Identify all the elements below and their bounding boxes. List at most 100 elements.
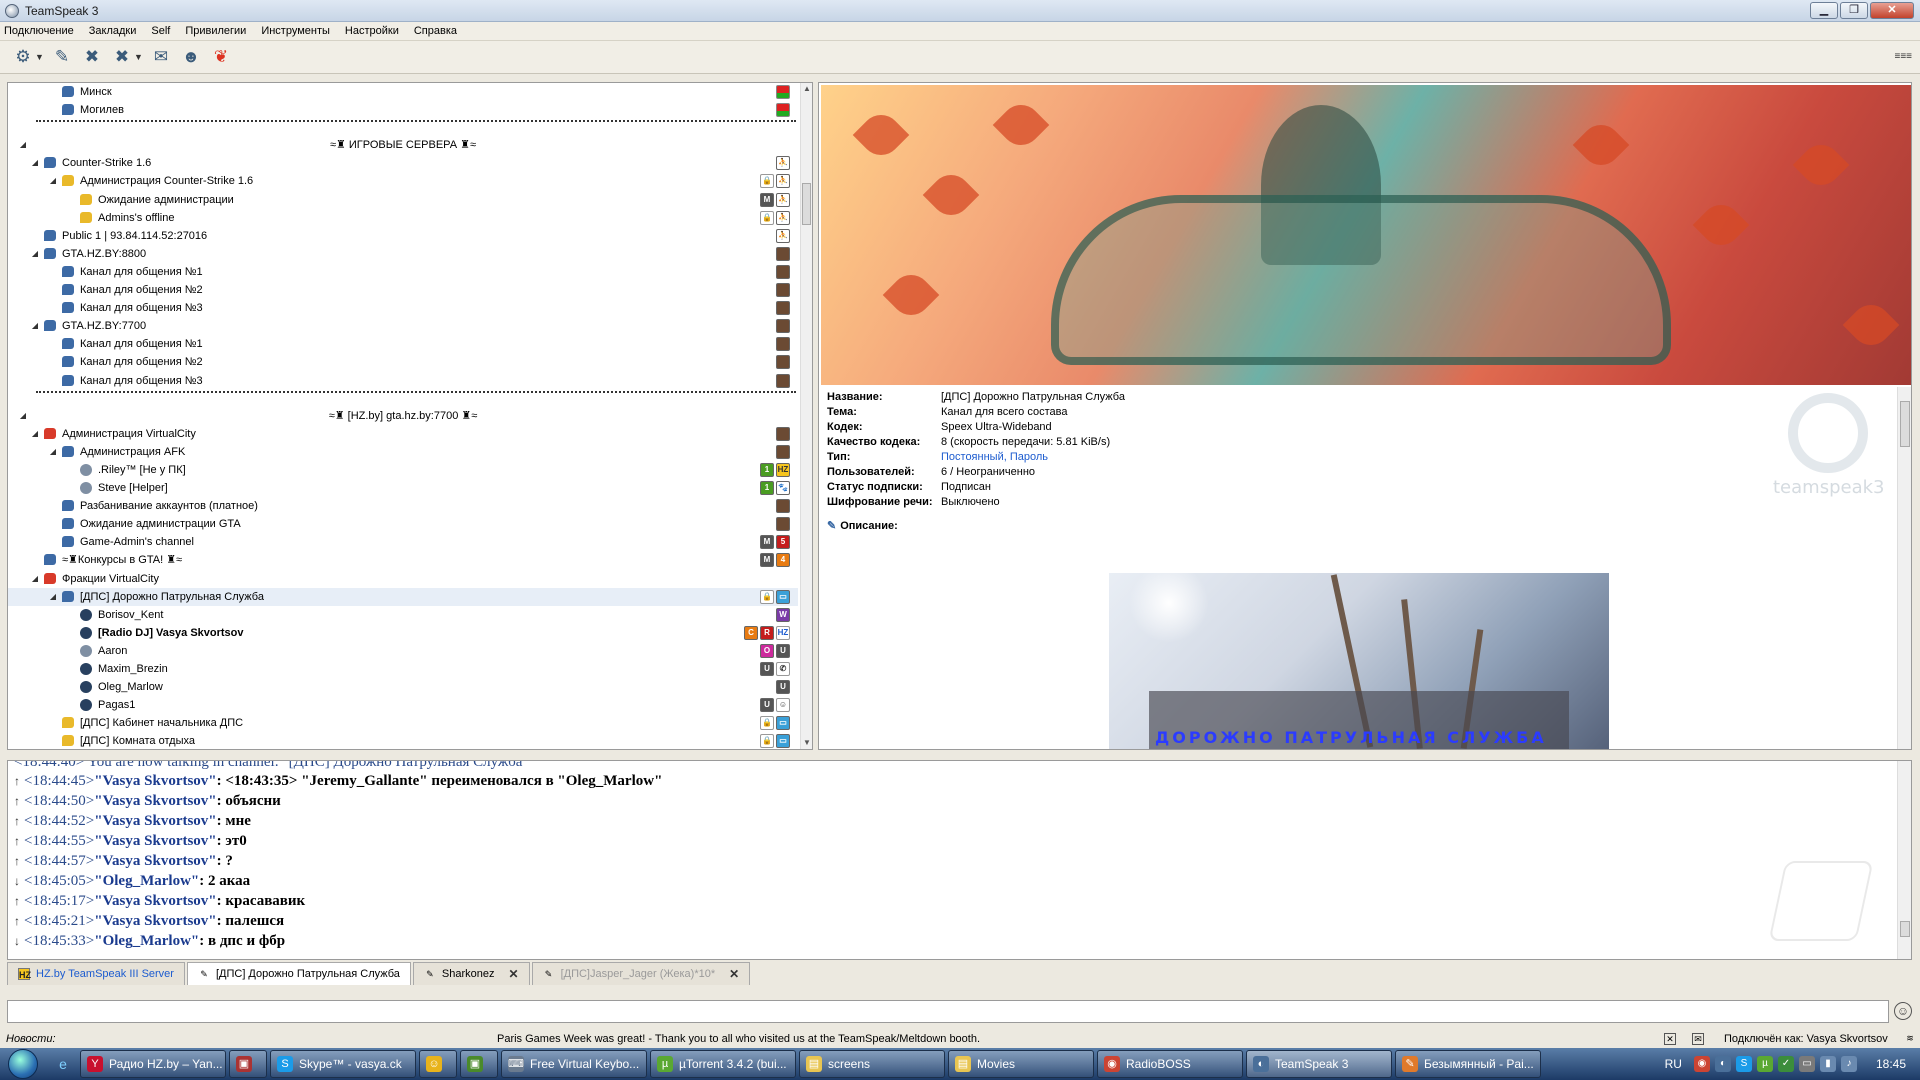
- taskbar-button[interactable]: ▤ screens: [799, 1050, 945, 1078]
- message-author[interactable]: "Vasya Skvortsov": [94, 853, 216, 869]
- channel-row[interactable]: [ДПС] Кабинет начальника ДПС 🔒 ▭: [8, 714, 798, 732]
- channel-row[interactable]: ◢ GTA.HZ.BY:8800: [8, 245, 798, 263]
- chat-input[interactable]: [7, 1000, 1889, 1023]
- taskbar-button[interactable]: ◐ TeamSpeak 3: [1246, 1050, 1392, 1078]
- client-row[interactable]: Aaron O U: [8, 642, 798, 660]
- taskbar-button[interactable]: S Skype™ - vasya.ck: [270, 1050, 416, 1078]
- taskbar-button[interactable]: ⌨ Free Virtual Keybo...: [501, 1050, 647, 1078]
- scroll-up-icon[interactable]: ▲: [802, 84, 812, 94]
- clock[interactable]: 18:45: [1876, 1057, 1906, 1071]
- channel-row[interactable]: Могилев: [8, 101, 798, 119]
- speakers-dropdown-icon[interactable]: ▼: [134, 46, 143, 68]
- taskbar-button[interactable]: ▤ Movies: [948, 1050, 1094, 1078]
- channel-tree[interactable]: Минск Могилев ◢ ≈♜ ИГРОВЫЕ СЕРВЕРА ♜≈ ◢ Count…: [7, 82, 813, 750]
- chat-tab[interactable]: ✎ [ДПС] Дорожно Патрульная Служба: [186, 962, 411, 985]
- channel-row[interactable]: Канал для общения №3: [8, 372, 798, 390]
- away-icon[interactable]: ✉: [150, 46, 172, 68]
- utorrent-tray-icon[interactable]: µ: [1756, 1056, 1773, 1072]
- ie-icon[interactable]: e: [50, 1051, 76, 1077]
- menu-connections[interactable]: Подключение: [4, 25, 74, 37]
- start-button[interactable]: [0, 1048, 46, 1080]
- scroll-thumb[interactable]: [802, 183, 811, 225]
- mute-microphone-icon[interactable]: ✖: [81, 46, 103, 68]
- expand-arrow-icon[interactable]: ◢: [30, 245, 40, 263]
- taskbar-button[interactable]: ✎ Безымянный - Pai...: [1395, 1050, 1541, 1078]
- channel-row[interactable]: Канал для общения №1: [8, 263, 798, 281]
- channel-row[interactable]: Канал для общения №1: [8, 335, 798, 353]
- scroll-down-icon[interactable]: ▼: [802, 738, 812, 748]
- menu-bookmarks[interactable]: Закладки: [89, 25, 137, 37]
- channel-row[interactable]: ◢ GTA.HZ.BY:7700: [8, 317, 798, 335]
- expand-arrow-icon[interactable]: ◢: [30, 154, 40, 172]
- channel-row[interactable]: ◢ Фракции VirtualCity: [8, 570, 798, 588]
- channel-row[interactable]: ◢ Администрация VirtualCity: [8, 425, 798, 443]
- channel-row[interactable]: Минск: [8, 83, 798, 101]
- channel-row[interactable]: ≈♜Конкурсы в GTA! ♜≈ M 4: [8, 551, 798, 569]
- chat-tab[interactable]: HZ HZ.by TeamSpeak III Server: [7, 962, 185, 985]
- news-ticker[interactable]: Paris Games Week was great! - Thank you …: [497, 1030, 980, 1048]
- client-row[interactable]: Maxim_Brezin U ✆: [8, 660, 798, 678]
- teamspeak-tray-icon[interactable]: ◐: [1714, 1056, 1731, 1072]
- channel-row[interactable]: Канал для общения №2: [8, 353, 798, 371]
- channel-row[interactable]: Канал для общения №2: [8, 281, 798, 299]
- chat-tab[interactable]: ✎ Sharkonez ✕: [412, 962, 530, 985]
- message-author[interactable]: "Vasya Skvortsov": [94, 813, 216, 829]
- channel-tree-scrollbar[interactable]: ▲ ▼: [800, 83, 812, 749]
- hotkey-icon[interactable]: ❦: [210, 46, 232, 68]
- channel-row[interactable]: Public 1 | 93.84.114.52:27016 ⛹: [8, 227, 798, 245]
- channel-row[interactable]: Ожидание администрации M ⛹: [8, 191, 798, 209]
- disconnect-icon[interactable]: ✎: [51, 46, 73, 68]
- channel-row[interactable]: ◢ [ДПС] Дорожно Патрульная Служба 🔒 ▭: [8, 587, 798, 606]
- mute-speakers-icon[interactable]: ✖: [111, 46, 133, 68]
- antivirus-tray-icon[interactable]: ✓: [1777, 1056, 1794, 1072]
- message-author[interactable]: "Vasya Skvortsov": [94, 913, 216, 929]
- close-tab-icon[interactable]: ✕: [729, 967, 739, 981]
- client-row[interactable]: Oleg_Marlow U: [8, 678, 798, 696]
- client-row[interactable]: .Riley™ [Не у ПК] 1 HZ: [8, 461, 798, 479]
- client-row[interactable]: [Radio DJ] Vasya Skvortsov C R HZ: [8, 624, 798, 642]
- display-tray-icon[interactable]: ▭: [1798, 1056, 1815, 1072]
- menu-settings[interactable]: Настройки: [345, 25, 399, 37]
- expand-arrow-icon[interactable]: ◢: [30, 570, 40, 588]
- chat-tab[interactable]: ✎ [ДПС]Jasper_Jager (Жека)*10* ✕: [531, 962, 751, 985]
- message-author[interactable]: "Oleg_Marlow": [94, 933, 199, 949]
- close-button[interactable]: ✕: [1870, 2, 1914, 19]
- channel-row[interactable]: Разбанивание аккаунтов (платное): [8, 497, 798, 515]
- taskbar-button[interactable]: ☺: [419, 1050, 457, 1078]
- menu-tools[interactable]: Инструменты: [261, 25, 330, 37]
- taskbar-button[interactable]: ▣: [460, 1050, 498, 1078]
- channel-row[interactable]: ◢ Администрация Counter-Strike 1.6 🔒 ⛹: [8, 172, 798, 190]
- expand-arrow-icon[interactable]: ◢: [30, 317, 40, 335]
- message-author[interactable]: "Vasya Skvortsov": [94, 833, 216, 849]
- connect-icon[interactable]: ⚙: [12, 46, 34, 68]
- skype-tray-icon[interactable]: S: [1735, 1056, 1752, 1072]
- taskbar-button[interactable]: µ µTorrent 3.4.2 (bui...: [650, 1050, 796, 1078]
- menu-permissions[interactable]: Привилегии: [185, 25, 246, 37]
- channel-row[interactable]: Канал для общения №3: [8, 299, 798, 317]
- toolbar-options-icon[interactable]: ≡≡≡: [1894, 51, 1912, 62]
- network-tray-icon[interactable]: ▮: [1819, 1056, 1836, 1072]
- menu-self[interactable]: Self: [151, 25, 170, 37]
- connect-dropdown-icon[interactable]: ▼: [35, 46, 44, 68]
- channel-row[interactable]: ◢ Администрация AFK: [8, 443, 798, 461]
- client-row[interactable]: Borisov_Kent W: [8, 606, 798, 624]
- channel-row[interactable]: ◢ Counter-Strike 1.6 ⛹: [8, 154, 798, 172]
- contacts-icon[interactable]: ☻: [180, 46, 202, 68]
- menu-help[interactable]: Справка: [414, 25, 457, 37]
- taskbar-button[interactable]: Y Радио HZ.by – Yan...: [80, 1050, 226, 1078]
- channel-row[interactable]: Ожидание администрации GTA: [8, 515, 798, 533]
- volume-tray-icon[interactable]: ♪: [1840, 1056, 1857, 1072]
- mail-icon[interactable]: ✉: [1692, 1033, 1704, 1045]
- taskbar-button[interactable]: ◉ RadioBOSS: [1097, 1050, 1243, 1078]
- maximize-button[interactable]: ❐: [1840, 2, 1868, 19]
- language-indicator[interactable]: RU: [1665, 1057, 1682, 1071]
- close-news-icon[interactable]: ✕: [1664, 1033, 1676, 1045]
- expand-arrow-icon[interactable]: ◢: [48, 172, 58, 190]
- taskbar-button[interactable]: ▣: [229, 1050, 267, 1078]
- close-tab-icon[interactable]: ✕: [509, 967, 519, 981]
- client-row[interactable]: Pagas1 U ☺: [8, 696, 798, 714]
- radioboss-tray-icon[interactable]: ◉: [1693, 1056, 1710, 1072]
- channel-row[interactable]: [ДПС] Комната отдыха 🔒 ▭: [8, 732, 798, 749]
- spacer-channel[interactable]: ◢ ≈♜ [HZ.by] gta.hz.by:7700 ♜≈: [8, 407, 798, 425]
- message-author[interactable]: "Vasya Skvortsov": [94, 793, 216, 809]
